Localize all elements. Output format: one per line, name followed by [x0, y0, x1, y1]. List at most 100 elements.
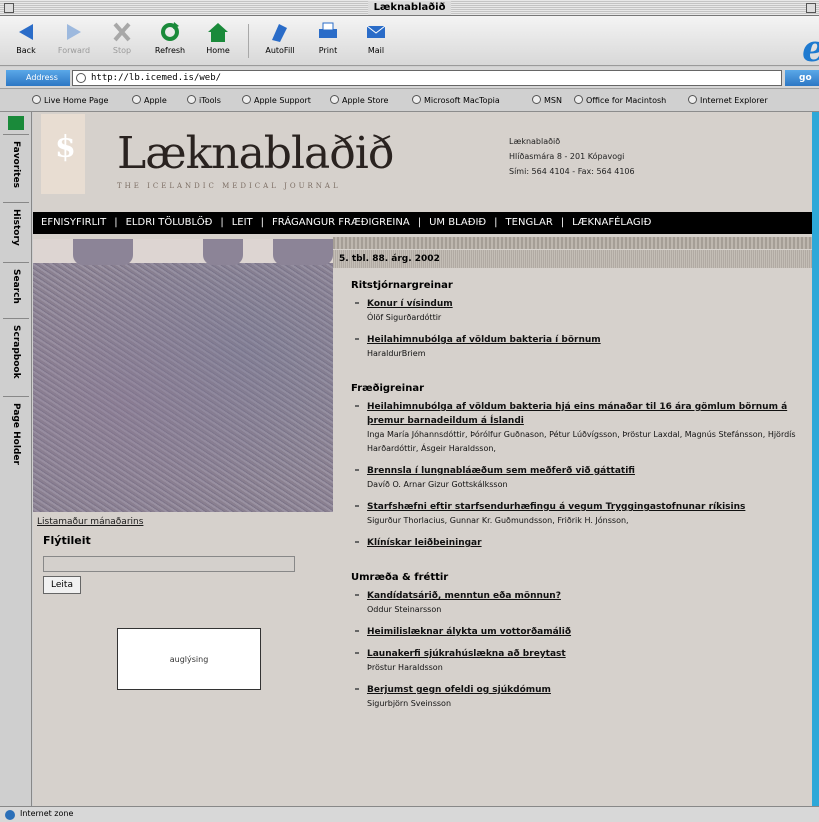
article-item: Brennsla í lungnabláæðum sem meðferð við… [351, 464, 801, 492]
fav-apple-support[interactable]: Apple Support [242, 95, 311, 107]
article-item: Kandídatsárið, menntun eða mönnun? Oddur … [351, 589, 801, 617]
fav-label: Apple Store [342, 96, 389, 105]
article-link[interactable]: Berjumst gegn ofeldi og sjúkdómum [367, 683, 801, 697]
section-heading: Ritstjórnargreinar [351, 280, 453, 291]
nav-laeknafelagid[interactable]: LÆKNAFÉLAGIÐ [572, 217, 651, 228]
tab-history[interactable]: History [3, 202, 29, 252]
status-bar: Internet zone [0, 806, 819, 822]
fav-internet-explorer[interactable]: Internet Explorer [688, 95, 768, 107]
artwork-image[interactable] [33, 239, 333, 512]
contact-line: Hlíðasmára 8 - 201 Kópavogi [509, 152, 625, 161]
fav-microsoft-mactopia[interactable]: Microsoft MacTopia [412, 95, 500, 107]
article-link[interactable]: Heilahimnubólga af völdum bakteria hjá e… [367, 400, 801, 428]
refresh-label: Refresh [154, 46, 186, 55]
favorites-bar: Live Home Page Apple iTools Apple Suppor… [0, 90, 819, 112]
article-link[interactable]: Heimilislæknar álykta um vottorðamálið [367, 625, 801, 639]
bullet [355, 652, 359, 654]
article-link[interactable]: Launakerfi sjúkrahúslækna að breytast [367, 647, 801, 661]
window-titlebar[interactable]: Læknablaðið [0, 0, 819, 16]
tab-page-holder[interactable]: Page Holder [3, 396, 29, 471]
tab-label: Page Holder [11, 403, 21, 465]
favorite-icon [242, 95, 251, 104]
status-text: Internet zone [20, 809, 74, 818]
bullet [355, 338, 359, 340]
article-link[interactable]: Heilahimnubólga af völdum bakteria í bör… [367, 333, 801, 347]
nav-tenglar[interactable]: TENGLAR [506, 217, 553, 228]
bullet [355, 594, 359, 596]
article-link[interactable]: Konur í vísindum [367, 297, 801, 311]
nav-leit[interactable]: LEIT [232, 217, 253, 228]
caduceus-icon: $ [55, 130, 76, 165]
internet-zone-icon [5, 810, 15, 820]
fav-apple[interactable]: Apple [132, 95, 167, 107]
site-logo-subtitle: THE ICELANDIC MEDICAL JOURNAL [117, 182, 341, 190]
fav-label: iTools [199, 96, 221, 105]
bullet [355, 688, 359, 690]
bullet [355, 469, 359, 471]
article-item: Heilahimnubólga af völdum bakteria í bör… [351, 333, 801, 361]
fav-live-home-page[interactable]: Live Home Page [32, 95, 108, 107]
article-authors: Davíð O. Arnar Gizur Gottskálksson [367, 480, 508, 489]
article-item: Heilahimnubólga af völdum bakteria hjá e… [351, 400, 801, 456]
close-box[interactable] [4, 3, 14, 13]
article-authors: Oddur Steinarsson [367, 605, 442, 614]
favorite-icon [330, 95, 339, 104]
favorite-icon [688, 95, 697, 104]
nav-eldri-tolublod[interactable]: ELDRI TÖLUBLÖÐ [126, 217, 213, 228]
article-link[interactable]: Starfshæfni eftir starfsendurhæfingu á v… [367, 500, 801, 514]
stop-x-icon [113, 22, 131, 42]
print-button[interactable]: Print [306, 20, 350, 62]
article-item: Starfshæfni eftir starfsendurhæfingu á v… [351, 500, 801, 528]
article-item: Heimilislæknar álykta um vottorðamálið [351, 625, 801, 639]
fav-office-for-macintosh[interactable]: Office for Macintosh [574, 95, 666, 107]
address-input[interactable]: http://lb.icemed.is/web/ [72, 70, 782, 86]
go-button[interactable]: go [785, 70, 819, 86]
back-button[interactable]: Back [4, 20, 48, 62]
autofill-button[interactable]: AutoFill [258, 20, 302, 62]
tab-label: Search [11, 269, 21, 304]
home-label: Home [206, 46, 230, 55]
article-link[interactable]: Kandídatsárið, menntun eða mönnun? [367, 589, 801, 603]
refresh-button[interactable]: Refresh [148, 20, 192, 62]
site-logo-title[interactable]: Læknablaðið [117, 128, 394, 179]
advertisement[interactable]: auglýsing [117, 628, 261, 690]
forward-label: Forward [57, 46, 91, 55]
favorite-icon [32, 95, 41, 104]
nav-um-bladid[interactable]: UM BLAÐIÐ [429, 217, 486, 228]
fav-label: Internet Explorer [700, 96, 768, 105]
address-url: http://lb.icemed.is/web/ [91, 73, 222, 83]
article-link[interactable]: Klínískar leiðbeiningar [367, 536, 801, 550]
artwork-shape [203, 239, 243, 265]
article-authors: Þröstur Haraldsson [367, 663, 443, 672]
forward-button[interactable]: Forward [52, 20, 96, 62]
article-link[interactable]: Brennsla í lungnabláæðum sem meðferð við… [367, 464, 801, 478]
section-heading: Fræðigreinar [351, 383, 424, 394]
contact-line: Læknablaðið [509, 137, 561, 146]
nav-efnisyfirlit[interactable]: EFNISYFIRLIT [41, 217, 106, 228]
collapse-panel-icon[interactable] [8, 116, 24, 130]
fav-itools[interactable]: iTools [187, 95, 221, 107]
artist-of-month-link[interactable]: Listamaður mánaðarins [37, 517, 143, 527]
fav-apple-store[interactable]: Apple Store [330, 95, 388, 107]
ie-logo-icon: e [802, 28, 819, 70]
fav-msn[interactable]: MSN [532, 95, 562, 107]
tab-search[interactable]: Search [3, 262, 29, 310]
bullet [355, 541, 359, 543]
tab-scrapbook[interactable]: Scrapbook [3, 318, 29, 385]
logo-box[interactable]: $ [41, 114, 85, 194]
article-authors: Ólöf Sigurðardóttir [367, 313, 442, 322]
mail-label: Mail [367, 46, 385, 55]
article-item: Berjumst gegn ofeldi og sjúkdómum Sigurbj… [351, 683, 801, 711]
issue-label: 5. tbl. 88. árg. 2002 [333, 250, 812, 268]
search-button[interactable]: Leita [43, 576, 81, 594]
quick-search-input[interactable] [43, 556, 295, 572]
home-button[interactable]: Home [196, 20, 240, 62]
tab-favorites[interactable]: Favorites [3, 134, 29, 194]
vertical-scrollbar[interactable] [812, 112, 819, 806]
mail-button[interactable]: Mail [354, 20, 398, 62]
nav-fragangur[interactable]: FRÁGANGUR FRÆÐIGREINA [272, 217, 410, 228]
bullet [355, 302, 359, 304]
stop-button[interactable]: Stop [100, 20, 144, 62]
favorite-icon [132, 95, 141, 104]
zoom-box[interactable] [806, 3, 816, 13]
